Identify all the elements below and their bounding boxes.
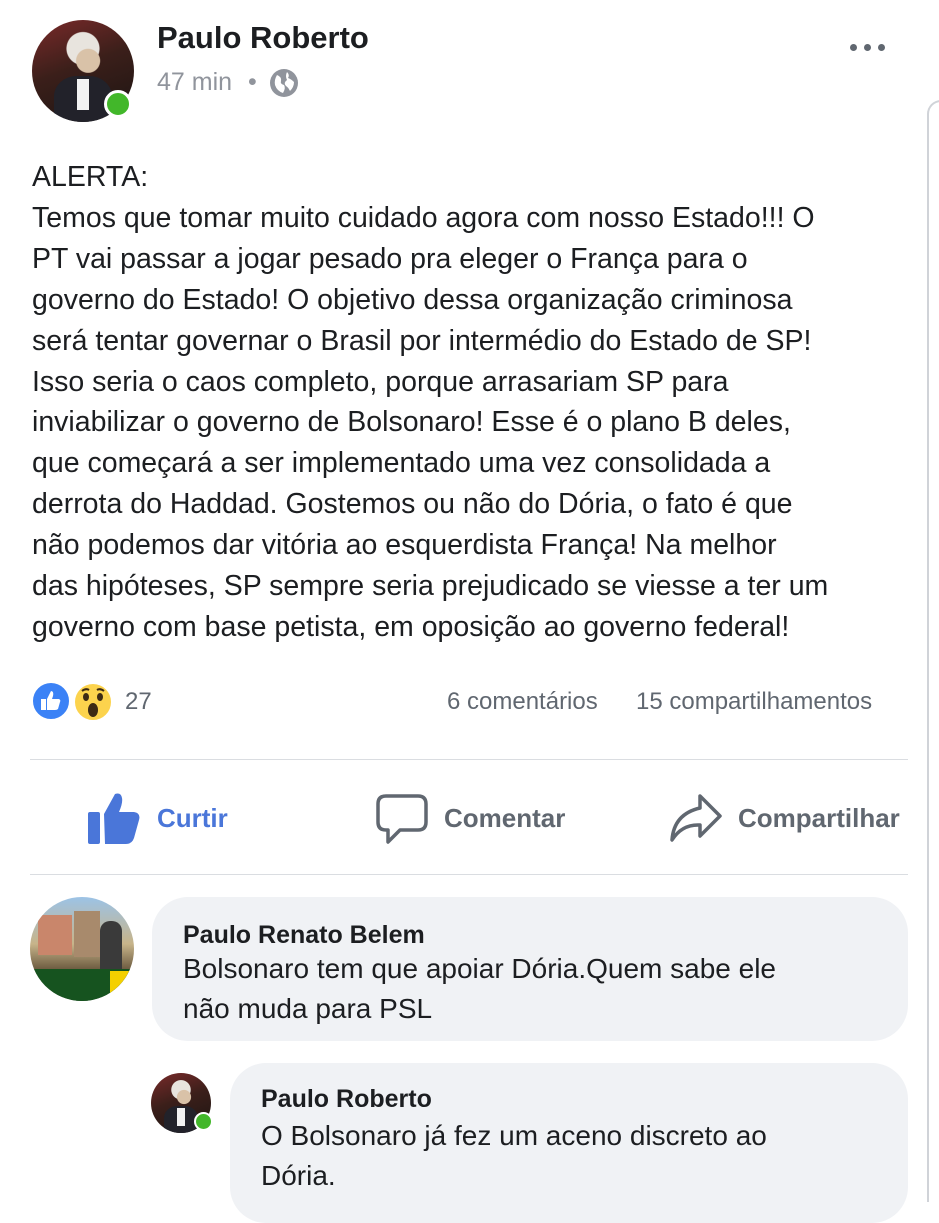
comment-button[interactable]: Comentar xyxy=(376,790,576,850)
reply-text: O Bolsonaro já fez um aceno discreto ao … xyxy=(261,1120,767,1191)
scrollbar-edge xyxy=(927,100,939,1202)
share-button-label: Compartilhar xyxy=(738,803,900,833)
commenter-avatar[interactable] xyxy=(30,897,134,1001)
comment-button-label: Comentar xyxy=(444,803,566,833)
comment-author-name[interactable]: Paulo Renato Belem xyxy=(183,921,425,950)
share-arrow-icon xyxy=(668,792,724,844)
meta-separator: • xyxy=(248,68,257,96)
post-timestamp[interactable]: 47 min xyxy=(157,68,232,97)
reactions-divider xyxy=(30,759,908,760)
actions-divider xyxy=(30,874,908,875)
share-count[interactable]: 15 compartilhamentos xyxy=(636,688,872,716)
reply-online-status-indicator xyxy=(194,1112,213,1131)
comment-count[interactable]: 6 comentários xyxy=(447,688,598,716)
reaction-count[interactable]: 27 xyxy=(125,688,152,716)
more-options-icon[interactable] xyxy=(850,38,892,56)
wow-reaction-icon[interactable] xyxy=(72,681,114,723)
globe-icon xyxy=(268,67,300,99)
like-button-label: Curtir xyxy=(157,803,228,833)
online-status-indicator xyxy=(104,90,132,118)
speech-bubble-icon xyxy=(376,792,428,846)
comment-bubble: Paulo Renato Belem Bolsonaro tem que apo… xyxy=(152,897,908,1041)
comment-text: Bolsonaro tem que apoiar Dória.Quem sabe… xyxy=(183,953,777,1024)
post-author-name[interactable]: Paulo Roberto xyxy=(157,20,369,56)
like-reaction-icon[interactable] xyxy=(31,681,71,721)
reply-bubble: Paulo Roberto O Bolsonaro já fez um acen… xyxy=(230,1063,908,1223)
reply-author-name[interactable]: Paulo Roberto xyxy=(261,1085,432,1114)
post-body-text: ALERTA: Temos que tomar muito cuidado ag… xyxy=(32,161,829,643)
share-button[interactable]: Compartilhar xyxy=(668,790,908,850)
thumbs-up-icon xyxy=(85,790,143,846)
like-button[interactable]: Curtir xyxy=(85,785,245,849)
